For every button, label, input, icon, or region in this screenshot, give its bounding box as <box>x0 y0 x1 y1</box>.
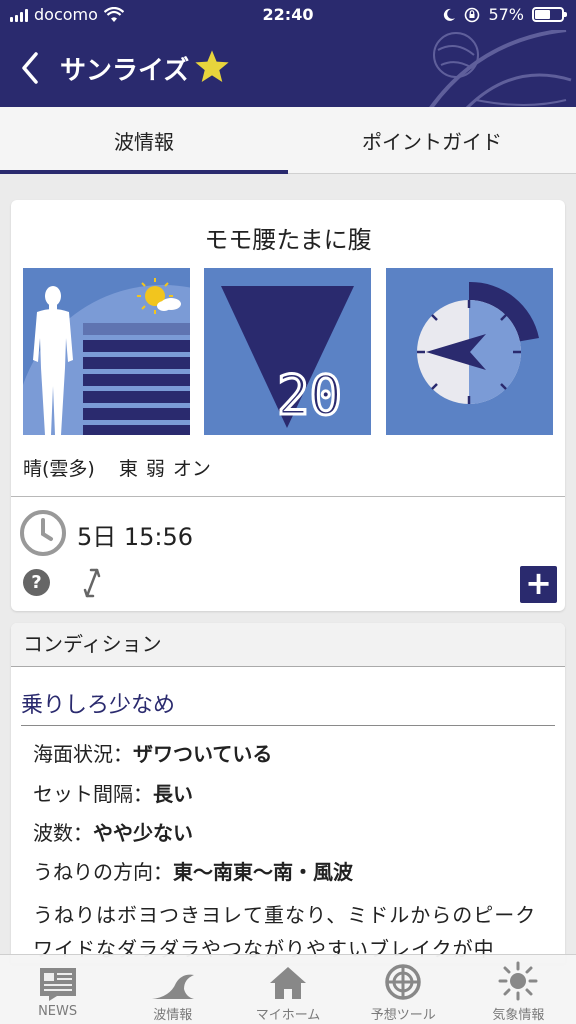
divider <box>11 496 565 497</box>
condition-title: 乗りしろ少なめ <box>21 687 555 726</box>
nav-my-home[interactable]: マイホーム <box>230 955 345 1024</box>
condition-row-label: 海面状況： <box>33 742 133 766</box>
forecast-icon <box>385 964 421 1000</box>
period-digits: 20 <box>275 363 343 429</box>
news-icon <box>39 968 76 1001</box>
nav-label: 予想ツール <box>370 1008 436 1023</box>
logo-decoration <box>429 30 572 107</box>
nav-label: NEWS <box>38 1004 78 1019</box>
condition-card: コンディション 乗りしろ少なめ 海面状況：ザワついている セット間隔：長い 波数… <box>11 623 565 963</box>
wave-period-panel: 20 <box>204 268 371 435</box>
nav-label: 気象情報 <box>492 1008 545 1023</box>
condition-row-value: やや少ない <box>93 821 193 845</box>
weather-icon <box>498 961 538 1001</box>
wind-direction: 東 <box>118 458 138 480</box>
condition-row-label: セット間隔： <box>33 782 153 806</box>
weather-label: 晴(雲多) <box>23 458 95 480</box>
tab-wave-info[interactable]: 波情報 <box>0 107 288 174</box>
wave-height-panel <box>23 268 190 435</box>
add-button[interactable]: + <box>520 566 557 603</box>
header-bar: サンライズ <box>0 30 576 107</box>
battery-percent: 57% <box>488 5 524 24</box>
condition-row: 海面状況：ザワついている <box>33 738 272 767</box>
wind-strength: 弱 <box>145 458 165 480</box>
condition-row-value: 長い <box>153 782 193 806</box>
condition-row-label: 波数： <box>33 821 93 845</box>
wave-size-label: モモ腰たまに腹 <box>204 226 372 254</box>
status-bar: docomo 22:40 57% <box>0 0 576 30</box>
battery-icon <box>532 7 567 22</box>
page-title: サンライズ <box>60 56 190 86</box>
bottom-nav: NEWS 波情報 マイホーム 予想ツール 気象情報 <box>0 954 576 1024</box>
nav-forecast-tool[interactable]: 予想ツール <box>346 955 461 1024</box>
home-icon <box>270 967 306 999</box>
condition-row-value: ザワついている <box>133 742 273 766</box>
rotation-lock-icon <box>465 7 480 22</box>
wave-icon <box>151 974 194 999</box>
tab-bar: 波情報 ポイントガイド <box>0 107 576 174</box>
nav-weather-info[interactable]: 気象情報 <box>461 955 576 1024</box>
update-time: 5日 15:56 <box>77 523 194 551</box>
swap-arrows-icon[interactable] <box>77 566 107 600</box>
condition-row-value: 東〜南東〜南・風波 <box>173 860 353 884</box>
wave-info-card: モモ腰たまに腹 20 晴(雲多) 東 弱 オン 5日 15:56 ? + <box>11 200 565 611</box>
nav-wave-info[interactable]: 波情報 <box>115 955 230 1024</box>
back-chevron-icon[interactable] <box>14 48 46 88</box>
wind-type: オン <box>172 458 211 480</box>
clock-icon <box>20 510 66 556</box>
moon-icon <box>444 8 456 21</box>
tab-point-guide[interactable]: ポイントガイド <box>288 107 576 173</box>
nav-news[interactable]: NEWS <box>0 955 115 1024</box>
nav-label: 波情報 <box>153 1008 193 1023</box>
wind-dial-panel <box>386 268 553 435</box>
weather-summary: 晴(雲多) 東 弱 オン <box>23 454 211 481</box>
condition-header: コンディション <box>11 623 565 667</box>
condition-row-label: うねりの方向： <box>33 860 173 884</box>
period-value: 20 <box>277 364 342 427</box>
condition-row: 波数：やや少ない <box>33 817 193 846</box>
condition-row: セット間隔：長い <box>33 778 193 807</box>
nav-label: マイホーム <box>255 1008 321 1023</box>
favorite-star-icon[interactable] <box>193 48 231 86</box>
help-icon[interactable]: ? <box>23 569 50 596</box>
condition-row: うねりの方向：東〜南東〜南・風波 <box>33 856 353 885</box>
